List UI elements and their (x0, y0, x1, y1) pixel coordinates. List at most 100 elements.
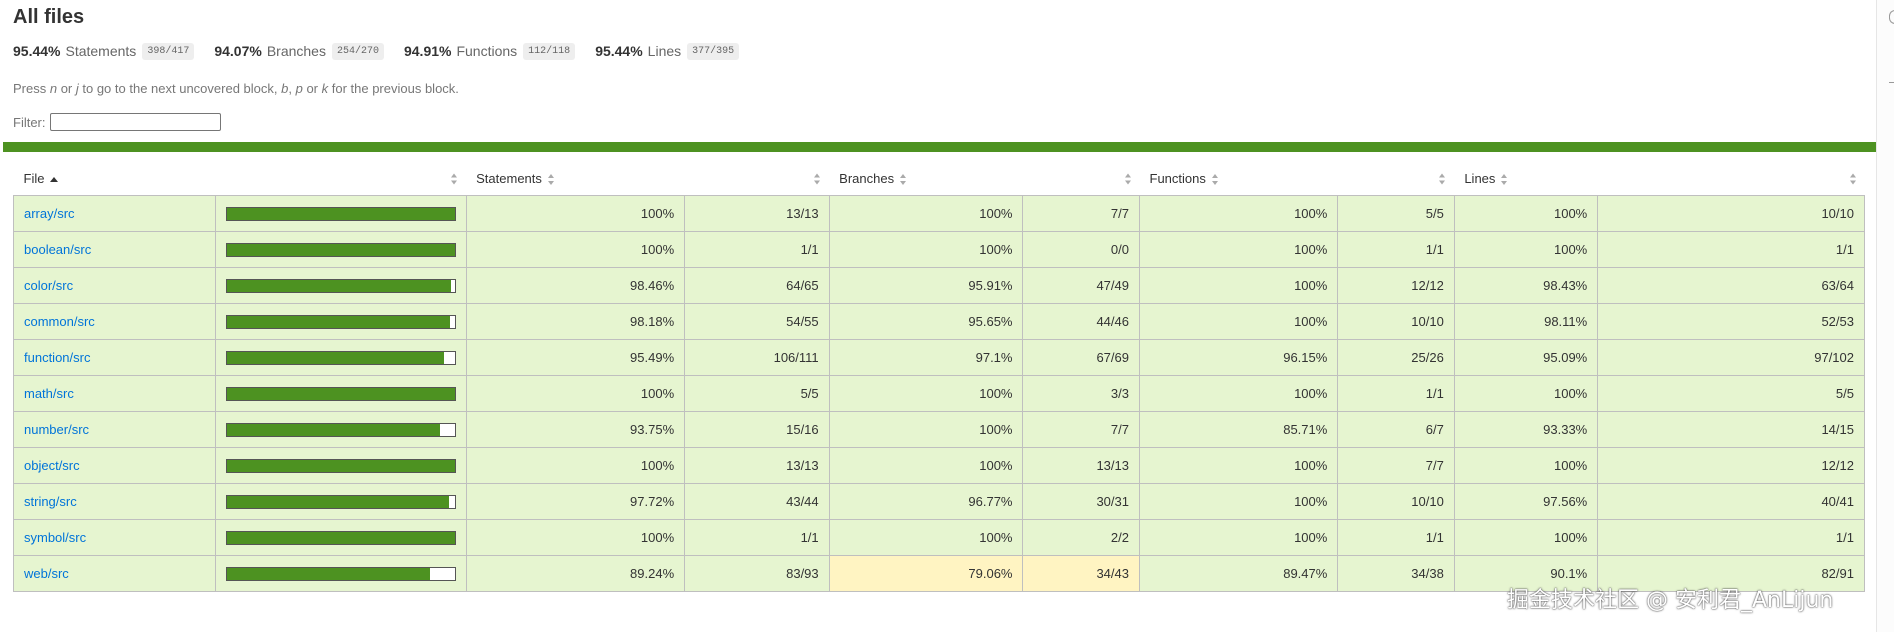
header-statements-raw[interactable] (684, 162, 830, 196)
coverage-bar-cell (214, 375, 467, 412)
coverage-bar (225, 458, 456, 473)
functions-pct: 100% (1138, 267, 1339, 304)
branches-pct: 100% (828, 447, 1024, 484)
sort-icon (900, 174, 907, 186)
file-cell: common/src (13, 303, 216, 340)
table-row: array/src 100% 13/13 100% 7/7 100% 5/5 100% 10/1… (13, 195, 1865, 232)
sort-icon (1211, 174, 1219, 186)
header-functions[interactable]: Functions (1139, 162, 1338, 196)
functions-fraction: 34/38 (1337, 555, 1455, 592)
coverage-bar-empty (430, 567, 455, 580)
header-branches[interactable]: Branches (829, 162, 1023, 196)
statements-pct: 89.24% (465, 555, 686, 592)
summary-fraction: 377/395 (687, 42, 740, 60)
file-cell: color/src (13, 267, 216, 304)
table-row: number/src 93.75% 15/16 100% 7/7 85.71% 6/7 93.… (13, 411, 1865, 448)
file-link[interactable]: color/src (24, 278, 73, 293)
partial-icon (1889, 10, 1894, 24)
coverage-bar-fill (226, 279, 452, 292)
file-link[interactable]: symbol/src (24, 530, 86, 545)
coverage-bar-cell (214, 555, 467, 592)
functions-pct: 100% (1138, 231, 1339, 268)
statements-pct: 100% (465, 519, 686, 556)
coverage-bar (225, 566, 456, 581)
coverage-bar-empty (451, 279, 455, 292)
sort-icon (547, 174, 555, 186)
coverage-bar-fill (226, 531, 455, 544)
branches-fraction: 34/43 (1022, 555, 1140, 592)
lines-fraction: 40/41 (1597, 483, 1865, 520)
functions-pct: 100% (1138, 195, 1339, 232)
header-functions-raw[interactable] (1337, 162, 1455, 196)
header-label: File (23, 171, 45, 186)
summary-fraction: 398/417 (142, 42, 195, 60)
header-lines[interactable]: Lines (1454, 162, 1598, 196)
coverage-bar-cell (214, 519, 467, 556)
file-link[interactable]: string/src (24, 494, 77, 509)
page-title: All files (13, 6, 85, 28)
coverage-bar-cell (214, 231, 467, 268)
filter-row: Filter: (13, 111, 221, 133)
file-link[interactable]: boolean/src (24, 242, 91, 257)
functions-pct: 100% (1138, 519, 1339, 556)
file-link[interactable]: number/src (24, 422, 89, 437)
filter-label: Filter: (13, 114, 46, 130)
file-cell: number/src (13, 411, 216, 448)
sort-icon (814, 173, 821, 184)
summary-functions: 94.91% Functions 112/118 (404, 42, 576, 60)
functions-pct: 96.15% (1138, 339, 1339, 376)
functions-pct: 100% (1138, 375, 1339, 412)
functions-pct: 100% (1138, 303, 1339, 340)
lines-pct: 100% (1453, 375, 1599, 412)
hint-key: p (295, 81, 303, 96)
summary-pct: 95.44% (13, 43, 61, 59)
file-link[interactable]: function/src (24, 350, 90, 365)
statements-fraction: 5/5 (684, 375, 830, 412)
lines-fraction: 52/53 (1597, 303, 1865, 340)
summary-label: Statements (65, 43, 137, 59)
functions-fraction: 1/1 (1337, 375, 1455, 412)
coverage-bar (225, 530, 456, 545)
statements-fraction: 64/65 (684, 267, 830, 304)
header-file-chart[interactable] (215, 162, 467, 196)
branches-fraction: 7/7 (1022, 411, 1140, 448)
summary-branches: 94.07% Branches 254/270 (214, 42, 384, 60)
statements-pct: 98.18% (465, 303, 686, 340)
lines-fraction: 10/10 (1597, 195, 1865, 232)
file-link[interactable]: array/src (24, 206, 75, 221)
file-link[interactable]: object/src (24, 458, 80, 473)
file-link[interactable]: common/src (24, 314, 95, 329)
statements-pct: 93.75% (465, 411, 686, 448)
lines-fraction: 1/1 (1597, 519, 1865, 556)
lines-fraction: 1/1 (1597, 231, 1865, 268)
branches-pct: 95.91% (828, 267, 1024, 304)
functions-fraction: 10/10 (1337, 483, 1455, 520)
table-header-row: File Statements Branches Functions Lines (13, 162, 1865, 196)
table-row: boolean/src 100% 1/1 100% 0/0 100% 1/1 100% 1/1 (13, 231, 1865, 268)
summary-lines: 95.44% Lines 377/395 (595, 42, 740, 60)
file-link[interactable]: web/src (24, 566, 69, 581)
header-file[interactable]: File (13, 162, 216, 196)
header-branches-raw[interactable] (1022, 162, 1140, 196)
file-link[interactable]: math/src (24, 386, 74, 401)
table-row: object/src 100% 13/13 100% 13/13 100% 7/7 100% 1… (13, 447, 1865, 484)
branches-pct: 95.65% (828, 303, 1024, 340)
file-cell: symbol/src (13, 519, 216, 556)
statements-fraction: 43/44 (684, 483, 830, 520)
statements-fraction: 15/16 (684, 411, 830, 448)
lines-fraction: 63/64 (1597, 267, 1865, 304)
branches-fraction: 67/69 (1022, 339, 1140, 376)
statements-pct: 100% (465, 447, 686, 484)
partial-icon (1889, 82, 1894, 83)
lines-pct: 100% (1453, 519, 1599, 556)
branches-fraction: 44/46 (1022, 303, 1140, 340)
filter-input[interactable] (49, 113, 221, 131)
statements-fraction: 13/13 (684, 447, 830, 484)
edge-panel (1876, 0, 1894, 632)
header-lines-raw[interactable] (1597, 162, 1865, 196)
header-statements[interactable]: Statements (466, 162, 685, 196)
summary-label: Branches (266, 43, 326, 59)
file-cell: web/src (13, 555, 216, 592)
hint-text: for the previous block. (328, 81, 459, 96)
statements-fraction: 83/93 (684, 555, 830, 592)
